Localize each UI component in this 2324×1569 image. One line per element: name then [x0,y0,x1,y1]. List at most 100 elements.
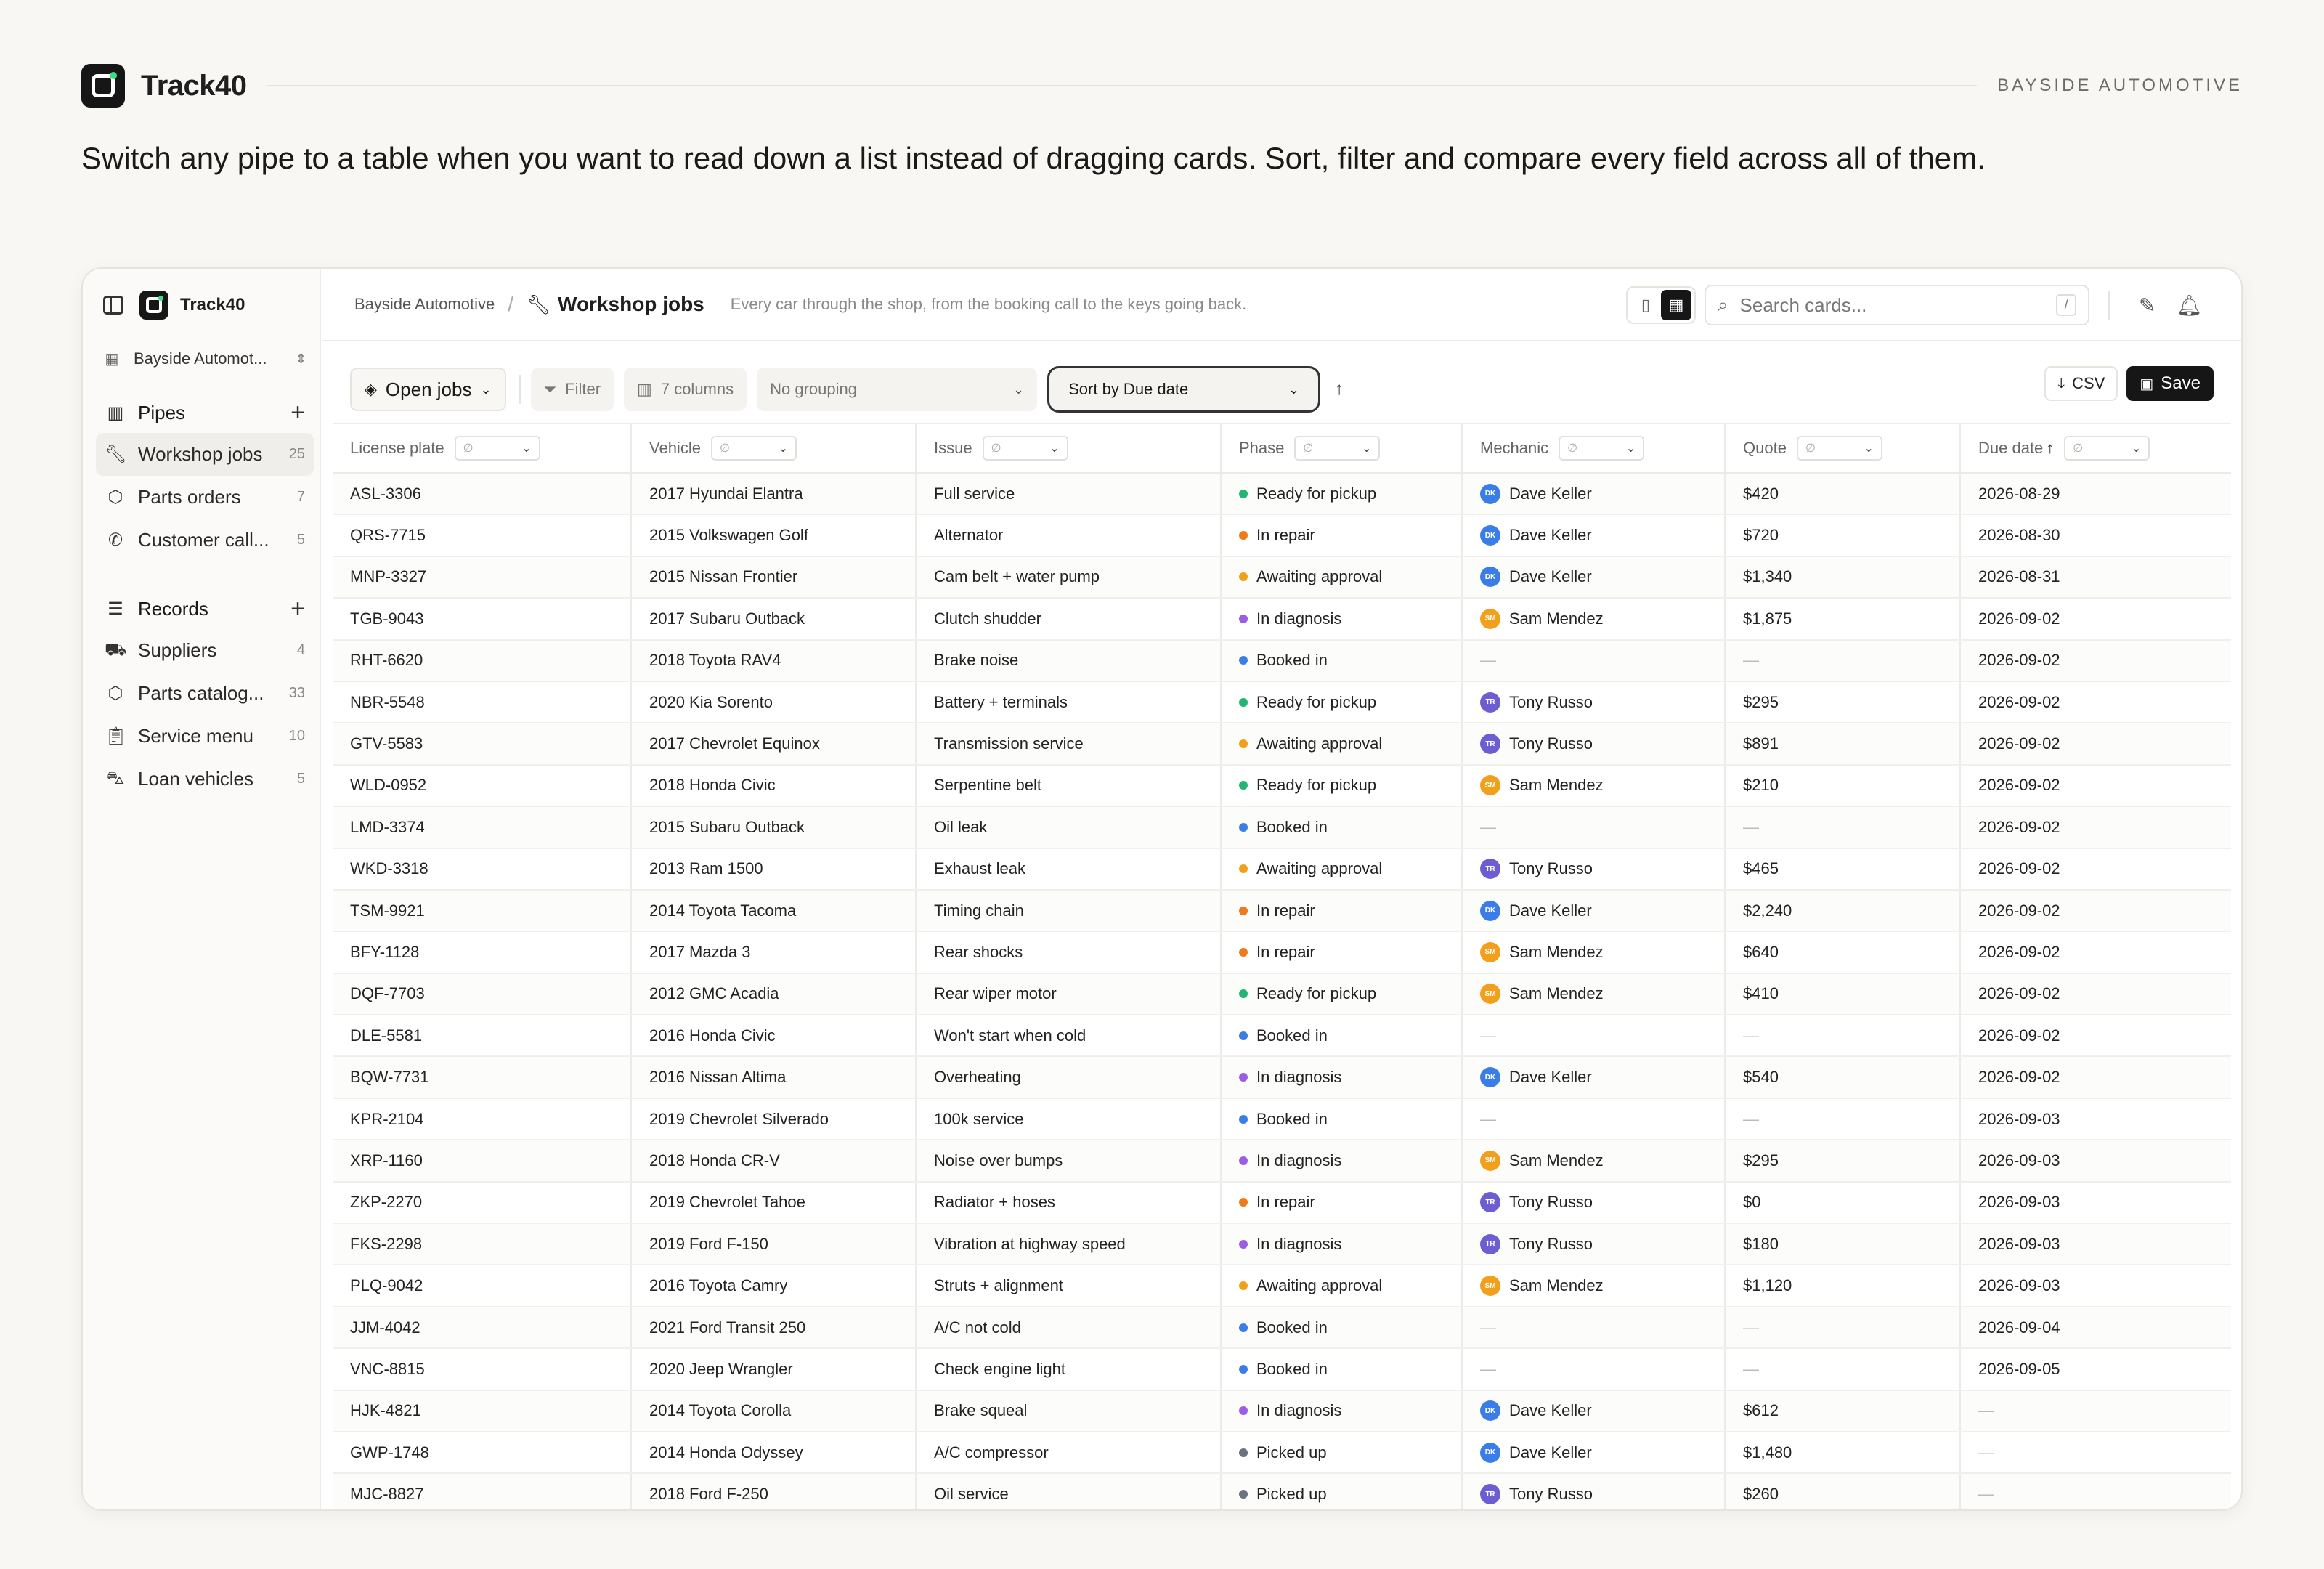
cell-issue[interactable]: A/C not cold [917,1307,1222,1348]
cell-phase[interactable]: In diagnosis [1222,1140,1463,1181]
cell-vehicle[interactable]: 2017 Hyundai Elantra [632,474,917,514]
cell-quote[interactable]: $0 [1726,1182,1961,1223]
cell-mechanic[interactable]: — [1463,1098,1726,1140]
cell-license-plate[interactable]: GTV-5583 [333,723,632,764]
cell-mechanic[interactable]: DK Dave Keller [1463,1432,1726,1473]
sort-select[interactable]: Sort by Due date ⌄ [1047,366,1321,413]
table-row[interactable]: DLE-5581 2016 Honda Civic Won't start when… [333,1015,2231,1058]
cell-vehicle[interactable]: 2018 Toyota RAV4 [632,640,917,681]
table-row[interactable]: XRP-1160 2018 Honda CR-V Noise over bumps I… [333,1140,2231,1183]
board-view-icon[interactable]: ▯ [1630,290,1661,320]
cell-phase[interactable]: Booked in [1222,1307,1463,1348]
table-row[interactable]: VNC-8815 2020 Jeep Wrangler Check engine l… [333,1349,2231,1391]
cell-mechanic[interactable]: TR Tony Russo [1463,848,1726,889]
table-row[interactable]: NBR-5548 2020 Kia Sorento Battery + termin… [333,681,2231,724]
cell-quote[interactable]: $180 [1726,1224,1961,1265]
cell-phase[interactable]: Ready for pickup [1222,973,1463,1015]
bell-icon[interactable]: 🔔︎ [2176,293,2202,317]
cell-vehicle[interactable]: 2014 Toyota Tacoma [632,890,917,931]
cell-quote[interactable]: $1,875 [1726,599,1961,639]
sidebar-item-service-menu[interactable]: 📋︎ Service menu 10 [96,715,314,758]
cell-quote[interactable]: $1,340 [1726,556,1961,598]
cell-due-date[interactable]: 2026-09-02 [1961,766,2231,806]
cell-vehicle[interactable]: 2016 Honda Civic [632,1015,917,1056]
cell-due-date[interactable]: 2026-09-02 [1961,641,2231,681]
cell-phase[interactable]: In diagnosis [1222,599,1463,639]
table-row[interactable]: TSM-9921 2014 Toyota Tacoma Timing chain In… [333,890,2231,933]
table-row[interactable]: LMD-3374 2015 Subaru Outback Oil leak Booke… [333,807,2231,849]
cell-quote[interactable]: $1,480 [1726,1432,1961,1473]
column-filter-select[interactable]: ∅ ⌄ [710,436,797,461]
column-filter-select[interactable]: ∅ ⌄ [982,436,1068,461]
cell-license-plate[interactable]: DQF-7703 [333,973,632,1015]
cell-issue[interactable]: Oil service [917,1474,1222,1509]
cell-mechanic[interactable]: DK Dave Keller [1463,556,1726,598]
cell-quote[interactable]: — [1726,807,1961,848]
table-row[interactable]: BQW-7731 2016 Nissan Altima Overheating In … [333,1057,2231,1099]
cell-issue[interactable]: Struts + alignment [917,1265,1222,1306]
cell-quote[interactable]: $410 [1726,973,1961,1015]
table-row[interactable]: HJK-4821 2014 Toyota Corolla Brake squeal I… [333,1390,2231,1432]
cell-license-plate[interactable]: MJC-8827 [333,1474,632,1509]
column-header-due-date[interactable]: Due date ↑ ∅ ⌄ [1961,424,2231,472]
cell-quote[interactable]: $295 [1726,1140,1961,1181]
sidebar-toggle-icon[interactable] [103,296,123,315]
cell-quote[interactable]: — [1726,1349,1961,1390]
cell-vehicle[interactable]: 2019 Ford F-150 [632,1224,917,1265]
cell-issue[interactable]: Timing chain [917,890,1222,931]
cell-issue[interactable]: A/C compressor [917,1432,1222,1473]
cell-quote[interactable]: $540 [1726,1057,1961,1098]
cell-vehicle[interactable]: 2020 Jeep Wrangler [632,1349,917,1390]
cell-vehicle[interactable]: 2016 Toyota Camry [632,1265,917,1306]
cell-quote[interactable]: $210 [1726,765,1961,806]
table-row[interactable]: ASL-3306 2017 Hyundai Elantra Full service… [333,474,2231,516]
cell-issue[interactable]: Rear shocks [917,932,1222,973]
cell-license-plate[interactable]: ASL-3306 [333,474,632,514]
cell-quote[interactable]: $295 [1726,681,1961,723]
cell-due-date[interactable]: 2026-09-02 [1961,599,2231,638]
cell-due-date[interactable]: 2026-09-02 [1961,932,2231,972]
cell-license-plate[interactable]: XRP-1160 [333,1140,632,1181]
cell-vehicle[interactable]: 2017 Subaru Outback [632,599,917,639]
cell-issue[interactable]: Vibration at highway speed [917,1224,1222,1265]
cell-license-plate[interactable]: WLD-0952 [333,765,632,806]
table-row[interactable]: MNP-3327 2015 Nissan Frontier Cam belt + w… [333,556,2231,599]
cell-mechanic[interactable]: DK Dave Keller [1463,515,1726,556]
cell-phase[interactable]: Booked in [1222,1349,1463,1390]
cell-quote[interactable]: — [1726,1098,1961,1140]
column-header-phase[interactable]: Phase ∅ ⌄ [1222,424,1463,472]
save-button[interactable]: ▣ Save [2126,366,2214,401]
cell-phase[interactable]: Picked up [1222,1432,1463,1473]
cell-issue[interactable]: Battery + terminals [917,681,1222,723]
cell-license-plate[interactable]: KPR-2104 [333,1098,632,1140]
cell-due-date[interactable]: — [1961,1432,2231,1472]
cell-quote[interactable]: $2,240 [1726,890,1961,931]
cell-license-plate[interactable]: NBR-5548 [333,681,632,723]
cell-vehicle[interactable]: 2013 Ram 1500 [632,848,917,889]
sort-direction-icon[interactable]: ↑ [1335,379,1344,400]
cell-vehicle[interactable]: 2021 Ford Transit 250 [632,1307,917,1348]
cell-issue[interactable]: Transmission service [917,723,1222,764]
cell-license-plate[interactable]: HJK-4821 [333,1390,632,1431]
cell-mechanic[interactable]: SM Sam Mendez [1463,599,1726,639]
cell-issue[interactable]: Serpentine belt [917,765,1222,806]
cell-mechanic[interactable]: — [1463,1349,1726,1390]
cell-due-date[interactable]: 2026-09-02 [1961,1015,2231,1055]
cell-due-date[interactable]: 2026-09-02 [1961,682,2231,722]
cell-due-date[interactable]: 2026-09-03 [1961,1183,2231,1223]
column-filter-select[interactable]: ∅ ⌄ [454,436,540,461]
search-input[interactable]: ⌕ Search cards... / [1704,285,2089,325]
cell-vehicle[interactable]: 2015 Nissan Frontier [632,556,917,598]
cell-issue[interactable]: Won't start when cold [917,1015,1222,1056]
workspace-switcher[interactable]: ▦ Bayside Automot... ⇕ [103,341,306,376]
cell-vehicle[interactable]: 2020 Kia Sorento [632,681,917,723]
cell-quote[interactable]: $420 [1726,474,1961,514]
sidebar-item-customer-calls[interactable]: ✆ Customer call... 5 [96,519,314,561]
cell-quote[interactable]: — [1726,1307,1961,1348]
cell-issue[interactable]: Noise over bumps [917,1140,1222,1181]
column-header-issue[interactable]: Issue ∅ ⌄ [917,424,1222,472]
cell-vehicle[interactable]: 2019 Chevrolet Silverado [632,1098,917,1140]
cell-vehicle[interactable]: 2018 Ford F-250 [632,1474,917,1509]
cell-phase[interactable]: Awaiting approval [1222,1265,1463,1306]
table-row[interactable]: WKD-3318 2013 Ram 1500 Exhaust leak Awaitin… [333,848,2231,891]
